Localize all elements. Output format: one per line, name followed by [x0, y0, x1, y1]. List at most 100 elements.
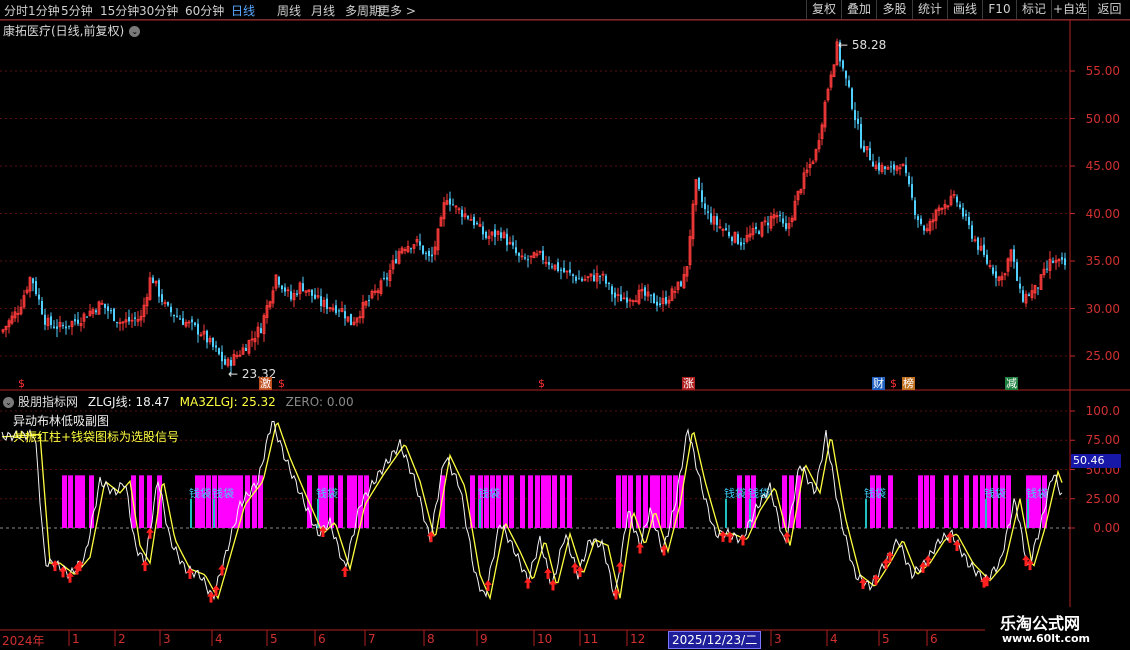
x-month-15: 6 [930, 632, 938, 646]
watermark-url: www.60lt.com [1002, 632, 1091, 645]
candle-body [452, 204, 454, 206]
candle-body [995, 271, 997, 278]
candle-body [173, 314, 175, 317]
candle-body [758, 231, 760, 235]
buy-arrow [524, 577, 532, 589]
event-marker-1[interactable]: 激 [259, 377, 272, 390]
candle-body [512, 242, 514, 246]
candle-body [527, 259, 529, 261]
candle-body [368, 299, 370, 301]
event-marker-5[interactable]: 财 [872, 377, 885, 390]
money-bag-label: 钱袋 [478, 486, 500, 500]
candle-body [842, 60, 844, 69]
signal-bar [195, 475, 200, 528]
signal-bar [870, 475, 875, 528]
candle-body [878, 162, 880, 171]
candle-body [767, 222, 769, 226]
event-marker-6[interactable]: $ [889, 377, 898, 390]
signal-bar [643, 475, 648, 528]
event-marker-2[interactable]: $ [277, 377, 286, 390]
candle-body [782, 218, 784, 224]
event-marker-0[interactable]: $ [17, 377, 26, 390]
candle-body [245, 347, 247, 352]
candle-body [650, 294, 652, 296]
zlgj-value: ZLGJ线: 18.47 [87, 395, 170, 409]
x-month-14: 5 [882, 632, 890, 646]
candle-body [116, 322, 118, 324]
candle-body [848, 80, 850, 87]
candle-body [542, 250, 544, 261]
signal-bar [62, 475, 67, 528]
event-marker-3[interactable]: $ [537, 377, 546, 390]
chart-canvas: 钱袋 钱袋 钱袋 钱袋 钱袋 钱袋 钱袋 钱袋 钱袋 [0, 19, 1130, 646]
signal-bar [206, 475, 211, 528]
candle-body [422, 245, 424, 254]
signal-bar [560, 475, 565, 528]
signal-bar [440, 475, 445, 528]
candle-body [698, 178, 700, 189]
candle-body [500, 232, 502, 238]
candle-body [923, 225, 925, 231]
candle-body [665, 296, 667, 304]
chevron-down-icon[interactable]: ⌄ [3, 397, 14, 408]
candle-body [104, 303, 106, 308]
candle-body [395, 259, 397, 264]
event-marker-8[interactable]: 减 [1005, 377, 1018, 390]
candle-body [890, 166, 892, 168]
candle-body [620, 294, 622, 302]
signal-bar [567, 475, 572, 528]
x-month-0: 1 [72, 632, 80, 646]
price-tick-2: 45.00 [1085, 159, 1120, 173]
candle-body [599, 275, 601, 277]
candle-body [872, 161, 874, 167]
candle-body [983, 244, 985, 255]
signal-bar [993, 475, 998, 528]
event-marker-7[interactable]: 榜 [902, 377, 915, 390]
candle-body [737, 234, 739, 245]
signal-bar [228, 475, 233, 528]
signal-bar [918, 475, 923, 528]
candle-body [563, 268, 565, 273]
candle-body [167, 302, 169, 306]
candle-body [290, 291, 292, 300]
cursor-date-label: 2025/12/23/二 [668, 631, 762, 649]
candle-body [959, 204, 961, 208]
signal-bar [139, 475, 144, 528]
candle-body [569, 269, 571, 273]
candle-body [320, 296, 322, 307]
candle-body [35, 281, 37, 295]
candle-body [524, 257, 526, 259]
event-marker-4[interactable]: 涨 [682, 377, 695, 390]
candle-body [128, 317, 130, 322]
candle-body [278, 276, 280, 285]
signal-bar [616, 475, 621, 528]
candle-body [653, 293, 655, 304]
candle-body [425, 252, 427, 254]
price-tick-1: 50.00 [1085, 111, 1120, 126]
ma3zlgj-value: MA3ZLGJ: 25.32 [179, 395, 276, 409]
candle-body [56, 326, 58, 329]
candle-body [152, 277, 154, 284]
candle-body [419, 241, 421, 246]
buy-arrow [739, 534, 747, 546]
candle-body [296, 293, 298, 295]
candle-body [593, 275, 595, 282]
candle-body [506, 233, 508, 246]
candle-body [962, 207, 964, 217]
candle-body [656, 301, 658, 306]
candle-body [611, 286, 613, 295]
candle-body [851, 88, 853, 109]
candle-body [1061, 257, 1063, 260]
candle-body [551, 266, 553, 268]
high-price-label: ← 58.28 [838, 38, 887, 52]
candle-body [626, 297, 628, 303]
money-bag-label: 钱袋 [748, 486, 770, 500]
money-bag-label: 钱袋 [1026, 486, 1048, 500]
candle-body [68, 325, 70, 327]
ind-tick-3: 25.00 [1085, 491, 1120, 506]
signal-bar [223, 475, 228, 528]
candle-body [50, 316, 52, 326]
candle-body [338, 310, 340, 312]
indicator-title-bar[interactable]: ⌄ 股朋指标网 ZLGJ线: 18.47 MA3ZLGJ: 25.32 ZERO:… [3, 393, 354, 410]
x-month-10: 11 [583, 632, 599, 646]
